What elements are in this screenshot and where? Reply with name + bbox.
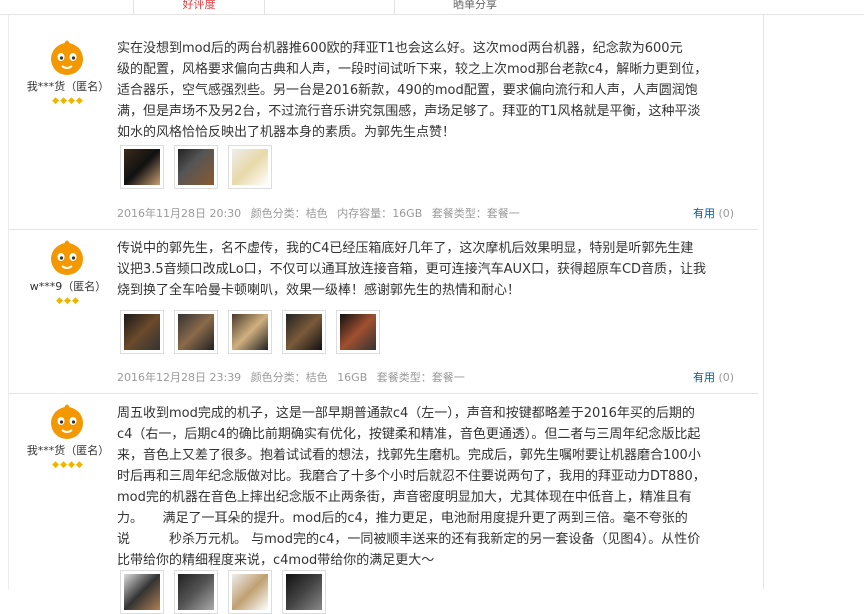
tab-bar: 好评度 晒单分享 — [0, 0, 864, 15]
diamond-level-icon: ◆◆◆◆ — [52, 460, 84, 470]
avatar-icon — [47, 402, 87, 442]
photo-thumbnail[interactable] — [282, 570, 326, 614]
review-line: 实在没想到mod后的两台机器推600欧的拜亚T1也会这么好。这次mod两台机器，… — [117, 41, 683, 56]
review-date: 2016年12月28日 23:39 — [117, 371, 242, 384]
review-line: 说 秒杀万元机。 与mod完的c4，一同被顺丰送来的还有我新定的另一套设备（见图… — [117, 532, 701, 547]
helpful-label[interactable]: 有用 — [693, 371, 715, 384]
bundle-label: 套餐类型： — [431, 207, 487, 220]
review-line: 满，但是声场不及另2台，不过流行音乐讲究氛围感，声场足够了。拜亚的T1风格就是平… — [117, 104, 701, 119]
review-line: 议把3.5音频口改成Lo口，不仅可以通耳放连接音箱，更可连接汽车AUX口，获得超… — [117, 262, 707, 277]
divider — [763, 14, 764, 589]
photo-thumbnail[interactable] — [282, 310, 326, 354]
review-text: 传说中的郭先生，名不虚传，我的C4已经压箱底好几年了，这次摩机后效果明显，特别是… — [117, 238, 753, 301]
storage-value: 16GB — [392, 207, 423, 220]
review-line: 传说中的郭先生，名不虚传，我的C4已经压箱底好几年了，这次摩机后效果明显，特别是… — [117, 241, 694, 256]
helpful-count: (0) — [718, 207, 735, 220]
storage-label: 内存容量： — [337, 207, 393, 220]
user-name: w***9（匿名） — [29, 280, 107, 293]
review-line: 力。 满足了一耳朵的提升。mod后的c4，推力更足，电池耐用度提升更了两到三倍。… — [117, 511, 688, 526]
color-label: 颜色分类： — [250, 371, 306, 384]
review-line: 来，音色上又差了很多。抱着试试看的想法，找郭先生磨机。完成后，郭先生嘱咐要让机器… — [117, 448, 701, 463]
review-line: 烧到换了全车哈曼卡顿喇叭，效果一级棒！感谢郭先生的热情和耐心！ — [117, 283, 521, 298]
review-item: 我***货（匿名） ◆◆◆◆ 周五收到mod完成的机子，这是一部早期普通款c4（… — [8, 394, 758, 614]
photo-thumbnail[interactable] — [228, 570, 272, 614]
diamond-level-icon: ◆◆◆ — [56, 296, 80, 306]
review-line: 比带给你的精细程度来说，c4mod带给你的满足更大～ — [117, 553, 435, 568]
bundle-value: 套餐一 — [431, 371, 465, 384]
helpful-label[interactable]: 有用 — [693, 207, 715, 220]
review-line: 如水的风格恰恰反映出了机器本身的素质。为郭先生点赞！ — [117, 125, 456, 140]
review-line: 周五收到mod完成的机子，这是一部早期普通款c4（左一），声音和按键都略差于20… — [117, 406, 695, 421]
helpful-button[interactable]: 有用 (0) — [693, 369, 734, 385]
review-meta: 2016年11月28日 20:30 颜色分类：桔色 内存容量：16GB 套餐类型… — [117, 205, 526, 221]
review-date: 2016年11月28日 20:30 — [117, 207, 242, 220]
photo-thumbnail[interactable] — [120, 145, 164, 189]
photo-thumbnail[interactable] — [174, 310, 218, 354]
user-name: 我***货（匿名） — [26, 80, 110, 93]
helpful-count: (0) — [718, 371, 735, 384]
photo-thumbnail[interactable] — [228, 145, 272, 189]
photo-thumbnail[interactable] — [120, 310, 164, 354]
review-line: mod完的机器在音色上摔出纪念版不止两条街，声音密度明显加大，尤其体现在中低音上… — [117, 490, 692, 505]
photo-thumbnail[interactable] — [174, 570, 218, 614]
storage-value: 16GB — [337, 371, 368, 384]
review-text: 周五收到mod完成的机子，这是一部早期普通款c4（左一），声音和按键都略差于20… — [117, 403, 753, 571]
color-value: 桔色 — [305, 207, 328, 220]
tab-rating[interactable]: 好评度 — [133, 0, 265, 14]
color-label: 颜色分类： — [250, 207, 306, 220]
review-meta: 2016年12月28日 23:39 颜色分类：桔色 16GB 套餐类型：套餐一 — [117, 369, 471, 385]
review-line: c4（右一，后期c4的确比前期确实有优化，按键柔和精准，音色更通透）。但二者与三… — [117, 427, 701, 442]
helpful-button[interactable]: 有用 (0) — [693, 205, 734, 221]
photo-thumbnail[interactable] — [174, 145, 218, 189]
photo-thumbnail[interactable] — [336, 310, 380, 354]
diamond-level-icon: ◆◆◆◆ — [52, 96, 84, 106]
review-line: 级的配置，风格要求偏向古典和人声，一段时间试听下来，较之上次mod那台老款c4，… — [117, 62, 708, 77]
avatar-icon — [47, 38, 87, 78]
user-name: 我***货（匿名） — [26, 444, 110, 457]
review-item: 我***货（匿名） ◆◆◆◆ 实在没想到mod后的两台机器推600欧的拜亚T1也… — [8, 30, 758, 230]
tab-photo-share[interactable]: 晒单分享 — [394, 0, 555, 14]
review-item: w***9（匿名） ◆◆◆ 传说中的郭先生，名不虚传，我的C4已经压箱底好几年了… — [8, 230, 758, 394]
avatar-icon — [47, 238, 87, 278]
photo-thumbnail[interactable] — [120, 570, 164, 614]
color-value: 桔色 — [305, 371, 328, 384]
bundle-label: 套餐类型： — [376, 371, 432, 384]
photo-thumbnail[interactable] — [228, 310, 272, 354]
review-text: 实在没想到mod后的两台机器推600欧的拜亚T1也会这么好。这次mod两台机器，… — [117, 38, 753, 143]
review-line: 适合器乐，空气感强烈些。另一台是2016新款，490的mod配置，要求偏向流行和… — [117, 83, 698, 98]
review-line: 时后再和三周年纪念版做对比。我磨合了十多个小时后就忍不住要说两句了，我用的拜亚动… — [117, 469, 706, 484]
bundle-value: 套餐一 — [486, 207, 520, 220]
